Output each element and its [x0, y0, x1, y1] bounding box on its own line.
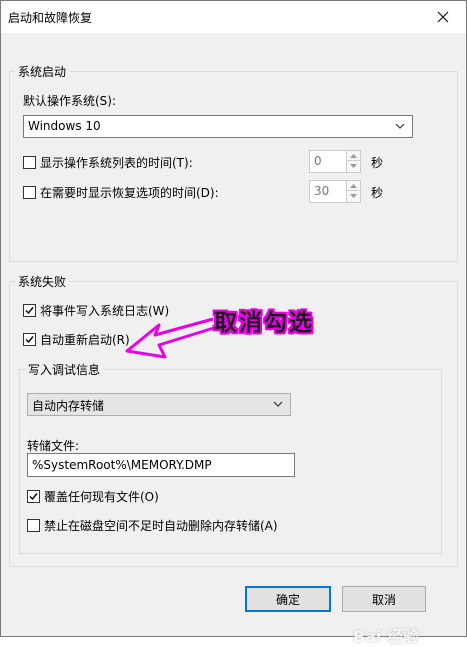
- title-bar[interactable]: 启动和故障恢复: [1, 1, 466, 33]
- dialog-body: 系统启动 默认操作系统(S): Windows 10 显示操作系统列表的时间(T…: [1, 33, 466, 646]
- default-os-select[interactable]: Windows 10: [23, 115, 413, 138]
- spin-down-icon[interactable]: [347, 191, 360, 201]
- show-recovery-value: 30: [314, 184, 330, 198]
- dump-type-value: 自动内存转储: [32, 399, 105, 413]
- disable-auto-delete-label: 禁止在磁盘空间不足时自动删除内存转储(A): [44, 518, 278, 533]
- system-startup-legend: 系统启动: [15, 63, 70, 80]
- default-os-value: Windows 10: [28, 119, 101, 133]
- overwrite-checkbox[interactable]: 覆盖任何现有文件(O): [27, 488, 159, 504]
- show-recovery-unit: 秒: [371, 186, 384, 200]
- close-icon: [437, 11, 449, 22]
- spin-up-icon[interactable]: [347, 151, 360, 161]
- show-os-list-value: 0: [314, 154, 322, 168]
- auto-restart-label: 自动重新启动(R): [40, 332, 130, 347]
- ok-button[interactable]: 确定: [245, 586, 331, 612]
- spinner-buttons: [346, 181, 360, 202]
- cancel-button[interactable]: 取消: [342, 586, 426, 612]
- default-os-label: 默认操作系统(S):: [23, 94, 117, 108]
- checkmark-icon: [25, 306, 34, 314]
- show-os-list-checkbox-box[interactable]: [23, 155, 36, 169]
- show-recovery-spinner[interactable]: 30: [309, 180, 361, 203]
- spin-down-icon[interactable]: [347, 161, 360, 171]
- overwrite-label: 覆盖任何现有文件(O): [44, 489, 159, 504]
- system-failure-legend: 系统失败: [15, 273, 70, 290]
- show-recovery-checkbox[interactable]: 在需要时显示恢复选项的时间(D):: [23, 184, 219, 200]
- disable-auto-delete-checkbox-box[interactable]: [27, 518, 40, 532]
- dump-file-input[interactable]: [28, 454, 294, 476]
- watermark-text: Bai 经验: [353, 627, 420, 646]
- annotation-arrow-icon: [125, 317, 218, 359]
- checkmark-icon: [25, 335, 34, 343]
- window-title: 启动和故障恢复: [8, 11, 93, 25]
- dump-file-field[interactable]: [27, 453, 295, 477]
- checkmark-icon: [29, 492, 38, 500]
- show-recovery-checkbox-box[interactable]: [23, 185, 36, 199]
- close-button[interactable]: [420, 1, 466, 32]
- annotation-text: 取消勾选: [214, 310, 314, 336]
- show-os-list-checkbox[interactable]: 显示操作系统列表的时间(T):: [23, 154, 193, 170]
- auto-restart-checkbox[interactable]: 自动重新启动(R): [23, 331, 130, 347]
- debug-info-legend: 写入调试信息: [25, 361, 104, 378]
- dump-file-label: 转储文件:: [27, 439, 80, 453]
- show-os-list-label: 显示操作系统列表的时间(T):: [40, 155, 193, 170]
- spinner-buttons: [346, 151, 360, 172]
- spin-up-icon[interactable]: [347, 181, 360, 191]
- chevron-down-icon: [394, 120, 406, 135]
- startup-recovery-dialog: 启动和故障恢复 系统启动 默认操作系统(S): Windows 10 显示操作系…: [0, 0, 467, 646]
- overwrite-checkbox-box[interactable]: [27, 489, 40, 503]
- show-recovery-label: 在需要时显示恢复选项的时间(D):: [40, 185, 219, 200]
- show-os-list-spinner[interactable]: 0: [309, 150, 361, 173]
- chevron-down-icon: [272, 398, 284, 413]
- write-event-log-checkbox-box[interactable]: [23, 303, 36, 317]
- disable-auto-delete-checkbox[interactable]: 禁止在磁盘空间不足时自动删除内存转储(A): [27, 517, 278, 533]
- auto-restart-checkbox-box[interactable]: [23, 332, 36, 346]
- dump-type-select[interactable]: 自动内存转储: [27, 393, 291, 416]
- show-os-list-unit: 秒: [371, 156, 384, 170]
